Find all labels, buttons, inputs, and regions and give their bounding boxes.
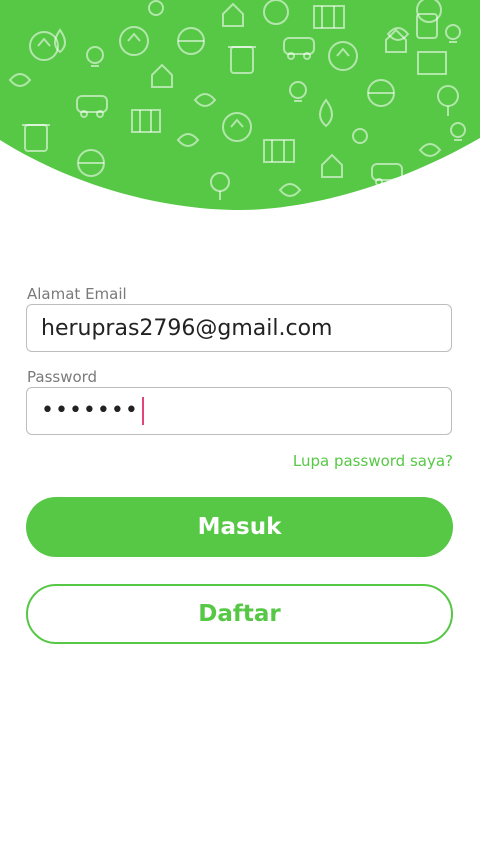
email-value: herupras2796@gmail.com (41, 315, 333, 341)
email-field[interactable]: herupras2796@gmail.com (26, 304, 452, 352)
login-button[interactable]: Masuk (26, 497, 453, 557)
forgot-password-link[interactable]: Lupa password saya? (293, 452, 453, 470)
eco-pattern-banner (0, 0, 480, 210)
register-button[interactable]: Daftar (26, 584, 453, 644)
password-label: Password (27, 368, 98, 386)
password-masked-value: ••••••• (41, 398, 139, 423)
header-banner (0, 0, 480, 215)
email-label: Alamat Email (27, 285, 127, 303)
password-field[interactable]: ••••••• (26, 387, 452, 435)
text-cursor (141, 397, 144, 425)
